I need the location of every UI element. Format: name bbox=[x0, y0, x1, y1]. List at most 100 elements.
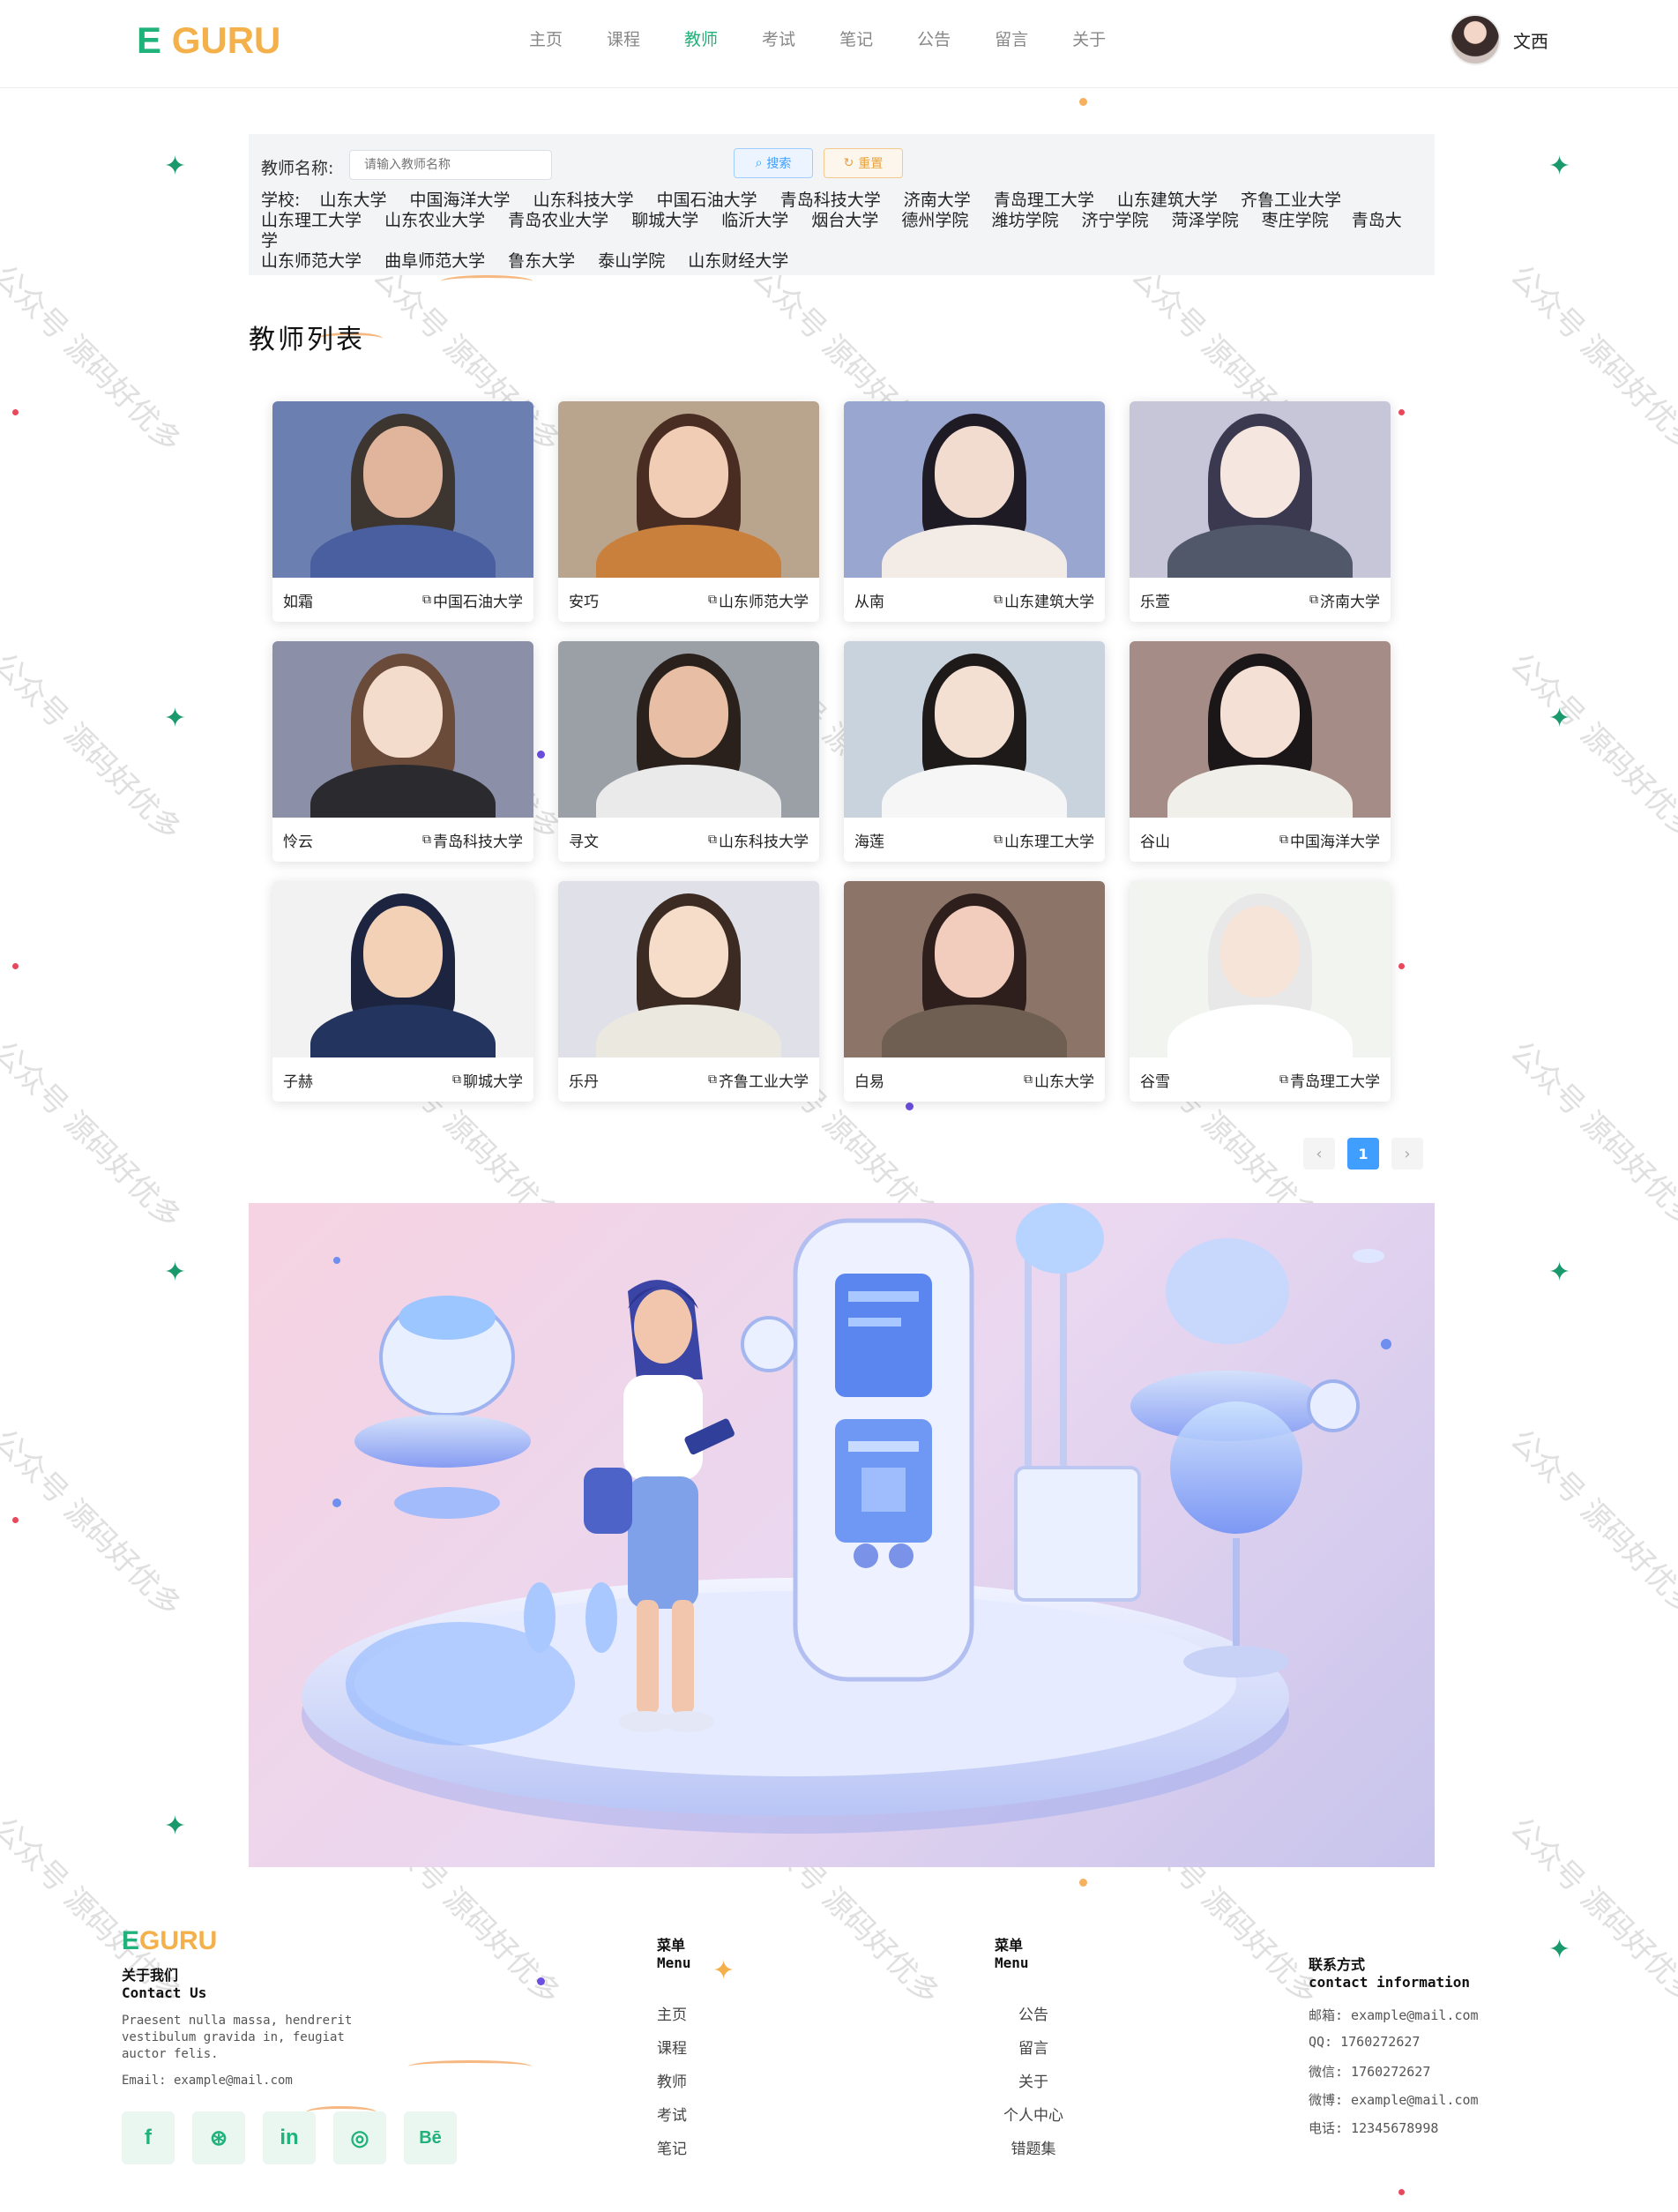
school-option[interactable]: 中国石油大学 bbox=[657, 191, 757, 210]
nav-exams[interactable]: 考试 bbox=[762, 26, 795, 50]
teacher-photo[interactable] bbox=[844, 641, 1105, 818]
school-option[interactable]: 山东师范大学 bbox=[261, 251, 362, 271]
teacher-name[interactable]: 安巧 bbox=[569, 589, 599, 611]
search-button[interactable]: ⌕ 搜索 bbox=[734, 148, 813, 178]
footer-link[interactable]: 主页 bbox=[657, 2002, 687, 2036]
footer-link[interactable]: 考试 bbox=[657, 2103, 687, 2136]
teacher-name[interactable]: 子赫 bbox=[283, 1069, 313, 1091]
school-option[interactable]: 烟台大学 bbox=[811, 211, 878, 230]
school-option[interactable]: 齐鲁工业大学 bbox=[1241, 191, 1341, 210]
school-option[interactable]: 青岛理工大学 bbox=[994, 191, 1094, 210]
teacher-card[interactable]: 白易 ⧉ 山东大学 bbox=[844, 881, 1105, 1102]
teacher-school[interactable]: ⧉ 聊城大学 bbox=[452, 1069, 523, 1091]
nav-about[interactable]: 关于 bbox=[1072, 26, 1106, 50]
prev-page-button[interactable]: ‹ bbox=[1303, 1138, 1335, 1170]
nav-teachers[interactable]: 教师 bbox=[684, 26, 718, 50]
school-option[interactable]: 聊城大学 bbox=[631, 211, 698, 230]
school-option[interactable]: 临沂大学 bbox=[721, 211, 788, 230]
teacher-name[interactable]: 谷雪 bbox=[1140, 1069, 1170, 1091]
teacher-name[interactable]: 海莲 bbox=[854, 829, 884, 851]
teacher-card[interactable]: 安巧 ⧉ 山东师范大学 bbox=[558, 401, 819, 622]
facebook-icon[interactable]: f bbox=[122, 2111, 175, 2164]
teacher-school[interactable]: ⧉ 山东科技大学 bbox=[708, 829, 809, 851]
footer-link[interactable]: 错题集 bbox=[981, 2136, 1086, 2170]
footer-link[interactable]: 笔记 bbox=[657, 2136, 687, 2170]
teacher-school[interactable]: ⧉ 济南大学 bbox=[1309, 589, 1380, 611]
teacher-school[interactable]: ⧉ 中国海洋大学 bbox=[1279, 829, 1380, 851]
teacher-card[interactable]: 从南 ⧉ 山东建筑大学 bbox=[844, 401, 1105, 622]
teacher-name[interactable]: 怜云 bbox=[283, 829, 313, 851]
footer-link[interactable]: 教师 bbox=[657, 2069, 687, 2103]
teacher-photo[interactable] bbox=[1130, 641, 1391, 818]
teacher-card[interactable]: 海莲 ⧉ 山东理工大学 bbox=[844, 641, 1105, 862]
footer-link[interactable]: 课程 bbox=[657, 2036, 687, 2069]
nav-notes[interactable]: 笔记 bbox=[839, 26, 873, 50]
behance-icon[interactable]: Bē bbox=[404, 2111, 457, 2164]
teacher-school[interactable]: ⧉ 山东建筑大学 bbox=[994, 589, 1094, 611]
school-option[interactable]: 青岛农业大学 bbox=[508, 211, 608, 230]
teacher-card[interactable]: 谷雪 ⧉ 青岛理工大学 bbox=[1130, 881, 1391, 1102]
site-logo[interactable]: E GURU bbox=[137, 19, 280, 62]
school-option[interactable]: 菏泽学院 bbox=[1172, 211, 1239, 230]
teacher-photo[interactable] bbox=[272, 401, 533, 578]
school-option[interactable]: 青岛科技大学 bbox=[780, 191, 881, 210]
teacher-name[interactable]: 乐丹 bbox=[569, 1069, 599, 1091]
teacher-photo[interactable] bbox=[558, 401, 819, 578]
nav-home[interactable]: 主页 bbox=[529, 26, 563, 50]
school-option[interactable]: 济宁学院 bbox=[1082, 211, 1149, 230]
nav-notices[interactable]: 公告 bbox=[917, 26, 951, 50]
teacher-school[interactable]: ⧉ 山东理工大学 bbox=[994, 829, 1094, 851]
user-menu[interactable]: 文西 bbox=[1450, 14, 1548, 65]
school-option[interactable]: 济南大学 bbox=[904, 191, 971, 210]
instagram-icon[interactable]: ◎ bbox=[333, 2111, 386, 2164]
teacher-card[interactable]: 如霜 ⧉ 中国石油大学 bbox=[272, 401, 533, 622]
footer-link[interactable]: 公告 bbox=[981, 2002, 1086, 2036]
teacher-photo[interactable] bbox=[272, 881, 533, 1057]
teacher-name-input[interactable] bbox=[349, 150, 552, 180]
next-page-button[interactable]: › bbox=[1391, 1138, 1423, 1170]
teacher-school[interactable]: ⧉ 山东大学 bbox=[1024, 1069, 1094, 1091]
school-option[interactable]: 泰山学院 bbox=[598, 251, 665, 271]
teacher-name[interactable]: 从南 bbox=[854, 589, 884, 611]
teacher-photo[interactable] bbox=[1130, 881, 1391, 1057]
teacher-card[interactable]: 怜云 ⧉ 青岛科技大学 bbox=[272, 641, 533, 862]
linkedin-icon[interactable]: in bbox=[263, 2111, 316, 2164]
teacher-card[interactable]: 谷山 ⧉ 中国海洋大学 bbox=[1130, 641, 1391, 862]
teacher-name[interactable]: 谷山 bbox=[1140, 829, 1170, 851]
teacher-name[interactable]: 乐萱 bbox=[1140, 589, 1170, 611]
avatar[interactable] bbox=[1450, 14, 1501, 65]
teacher-photo[interactable] bbox=[558, 881, 819, 1057]
footer-link[interactable]: 关于 bbox=[981, 2069, 1086, 2103]
school-option[interactable]: 山东建筑大学 bbox=[1117, 191, 1218, 210]
dribbble-icon[interactable]: ⊛ bbox=[192, 2111, 245, 2164]
teacher-card[interactable]: 子赫 ⧉ 聊城大学 bbox=[272, 881, 533, 1102]
school-option[interactable]: 山东科技大学 bbox=[533, 191, 634, 210]
school-option[interactable]: 德州学院 bbox=[901, 211, 968, 230]
teacher-photo[interactable] bbox=[844, 401, 1105, 578]
teacher-name[interactable]: 寻文 bbox=[569, 829, 599, 851]
reset-button[interactable]: ↻ 重置 bbox=[824, 148, 903, 178]
school-option[interactable]: 曲阜师范大学 bbox=[384, 251, 485, 271]
teacher-photo[interactable] bbox=[558, 641, 819, 818]
school-option[interactable]: 中国海洋大学 bbox=[410, 191, 511, 210]
teacher-photo[interactable] bbox=[1130, 401, 1391, 578]
school-option[interactable]: 山东大学 bbox=[319, 191, 386, 210]
teacher-school[interactable]: ⧉ 中国石油大学 bbox=[422, 589, 523, 611]
footer-logo[interactable]: EGURU bbox=[122, 1926, 217, 1956]
teacher-photo[interactable] bbox=[844, 881, 1105, 1057]
teacher-card[interactable]: 寻文 ⧉ 山东科技大学 bbox=[558, 641, 819, 862]
footer-link[interactable]: 留言 bbox=[981, 2036, 1086, 2069]
teacher-card[interactable]: 乐丹 ⧉ 齐鲁工业大学 bbox=[558, 881, 819, 1102]
footer-link[interactable]: 个人中心 bbox=[981, 2103, 1086, 2136]
teacher-school[interactable]: ⧉ 青岛科技大学 bbox=[422, 829, 523, 851]
teacher-card[interactable]: 乐萱 ⧉ 济南大学 bbox=[1130, 401, 1391, 622]
teacher-school[interactable]: ⧉ 齐鲁工业大学 bbox=[708, 1069, 809, 1091]
school-option[interactable]: 山东农业大学 bbox=[384, 211, 485, 230]
school-option[interactable]: 山东财经大学 bbox=[688, 251, 788, 271]
user-name[interactable]: 文西 bbox=[1513, 27, 1548, 53]
page-1-button[interactable]: 1 bbox=[1347, 1138, 1379, 1170]
school-option[interactable]: 鲁东大学 bbox=[508, 251, 575, 271]
school-option[interactable]: 枣庄学院 bbox=[1262, 211, 1329, 230]
teacher-name[interactable]: 如霜 bbox=[283, 589, 313, 611]
teacher-school[interactable]: ⧉ 青岛理工大学 bbox=[1279, 1069, 1380, 1091]
